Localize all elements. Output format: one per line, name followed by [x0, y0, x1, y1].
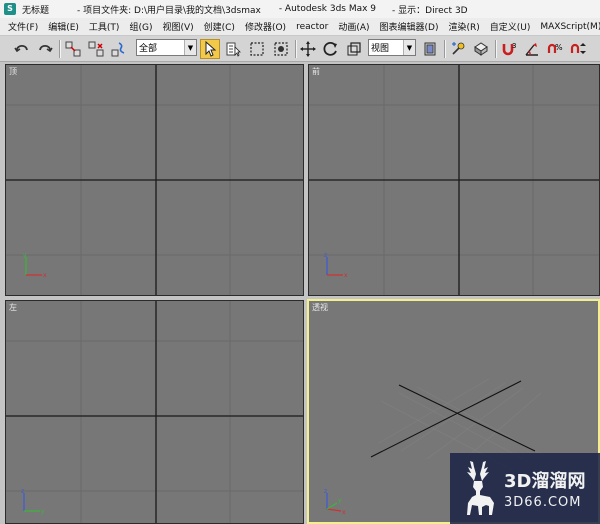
- watermark-url: 3D66.COM: [504, 495, 582, 510]
- left-grid: [6, 301, 303, 523]
- app-icon[interactable]: S: [4, 3, 16, 15]
- select-and-move-icon[interactable]: [298, 39, 318, 59]
- viewport-label-front[interactable]: 前: [312, 66, 320, 77]
- deer-logo-icon: [467, 460, 494, 515]
- svg-text:y: y: [41, 508, 45, 515]
- select-object-icon[interactable]: [200, 39, 220, 59]
- menu-tools[interactable]: 工具(T): [84, 20, 125, 33]
- bind-to-space-warp-icon[interactable]: [109, 39, 129, 59]
- svg-text:x: x: [43, 272, 47, 279]
- top-grid: [6, 65, 303, 295]
- select-and-rotate-icon[interactable]: [321, 39, 341, 59]
- select-by-name-icon[interactable]: [223, 39, 243, 59]
- front-grid: [309, 65, 599, 295]
- menu-reactor[interactable]: reactor: [291, 22, 333, 32]
- chevron-down-icon: ▼: [403, 40, 415, 55]
- project-folder-path: - 项目文件夹: D:\用户目录\我的文档\3dsmax: [77, 5, 261, 16]
- redo-icon[interactable]: [35, 39, 55, 59]
- main-toolbar: 全部 ▼ 视图 ▼ 3 %: [0, 36, 600, 62]
- select-and-link-icon[interactable]: [63, 39, 83, 59]
- menu-bar: 文件(F) 编辑(E) 工具(T) 组(G) 视图(V) 创建(C) 修改器(O…: [0, 18, 600, 36]
- selection-filter-dropdown[interactable]: 全部 ▼: [136, 39, 197, 56]
- svg-text:z: z: [324, 252, 327, 259]
- document-title: 无标题: [22, 5, 50, 16]
- viewport-top[interactable]: 顶 y x: [5, 64, 304, 296]
- axis-tripod-icon: z x: [324, 252, 348, 279]
- menu-create[interactable]: 创建(C): [199, 20, 240, 33]
- menu-file[interactable]: 文件(F): [0, 20, 43, 33]
- select-and-manipulate-icon[interactable]: [448, 39, 468, 59]
- reference-coordinate-dropdown[interactable]: 视图 ▼: [368, 39, 416, 56]
- menu-group[interactable]: 组(G): [124, 20, 157, 33]
- snaps-toggle-icon[interactable]: 3: [499, 39, 519, 59]
- svg-text:y: y: [338, 497, 342, 504]
- svg-text:z: z: [324, 488, 327, 495]
- rectangular-selection-region-icon[interactable]: [247, 39, 267, 59]
- reference-coordinate-value: 视图: [371, 44, 390, 54]
- menu-edit[interactable]: 编辑(E): [43, 20, 84, 33]
- selection-filter-value: 全部: [139, 44, 158, 54]
- app-name: - Autodesk 3ds Max 9: [278, 4, 377, 14]
- menu-animation[interactable]: 动画(A): [333, 20, 374, 33]
- viewport-label-top[interactable]: 顶: [9, 66, 17, 77]
- percent-snap-toggle-icon[interactable]: %: [545, 39, 565, 59]
- watermark-text: 3D溜溜网 3D66.COM: [504, 467, 585, 510]
- toolbar-separator: [59, 40, 60, 58]
- toolbar-separator: [444, 40, 445, 58]
- window-crossing-icon[interactable]: [271, 39, 291, 59]
- svg-text:y: y: [23, 252, 27, 259]
- title-bar: S 无标题 - 项目文件夹: D:\用户目录\我的文档\3dsmax - Aut…: [0, 0, 600, 18]
- svg-text:x: x: [344, 272, 348, 279]
- angle-snap-toggle-icon[interactable]: [522, 39, 542, 59]
- axis-tripod-icon: z x y: [324, 488, 346, 516]
- display-driver: - 显示：Direct 3D: [392, 5, 468, 16]
- spinner-snap-toggle-icon[interactable]: [568, 39, 588, 59]
- menu-maxscript[interactable]: MAXScript(M): [535, 22, 600, 32]
- watermark-brand: 3D溜溜网: [504, 471, 586, 492]
- svg-text:3: 3: [512, 42, 516, 50]
- chevron-down-icon: ▼: [184, 40, 196, 55]
- toolbar-separator: [495, 40, 496, 58]
- svg-text:x: x: [342, 509, 346, 516]
- svg-text:z: z: [21, 488, 24, 495]
- pivot-point-center-icon[interactable]: [420, 39, 440, 59]
- toolbar-separator: [295, 40, 296, 58]
- keyboard-shortcut-override-icon[interactable]: [471, 39, 491, 59]
- select-and-scale-icon[interactable]: [344, 39, 364, 59]
- viewport-label-perspective[interactable]: 透视: [312, 302, 328, 313]
- menu-customize[interactable]: 自定义(U): [485, 20, 536, 33]
- unlink-selection-icon[interactable]: [86, 39, 106, 59]
- viewport-label-left[interactable]: 左: [9, 302, 17, 313]
- menu-views[interactable]: 视图(V): [157, 20, 198, 33]
- menu-modifiers[interactable]: 修改器(O): [240, 20, 291, 33]
- menu-rendering[interactable]: 渲染(R): [443, 20, 484, 33]
- viewport-left[interactable]: 左 z y: [5, 300, 304, 524]
- watermark: 3D溜溜网 3D66.COM: [450, 453, 600, 524]
- undo-icon[interactable]: [12, 39, 32, 59]
- viewport-front[interactable]: 前 z x: [308, 64, 600, 296]
- menu-graph-editors[interactable]: 图表编辑器(D): [375, 20, 444, 33]
- axis-tripod-icon: z y: [21, 488, 45, 515]
- svg-text:%: %: [555, 43, 563, 52]
- axis-tripod-icon: y x: [23, 252, 47, 279]
